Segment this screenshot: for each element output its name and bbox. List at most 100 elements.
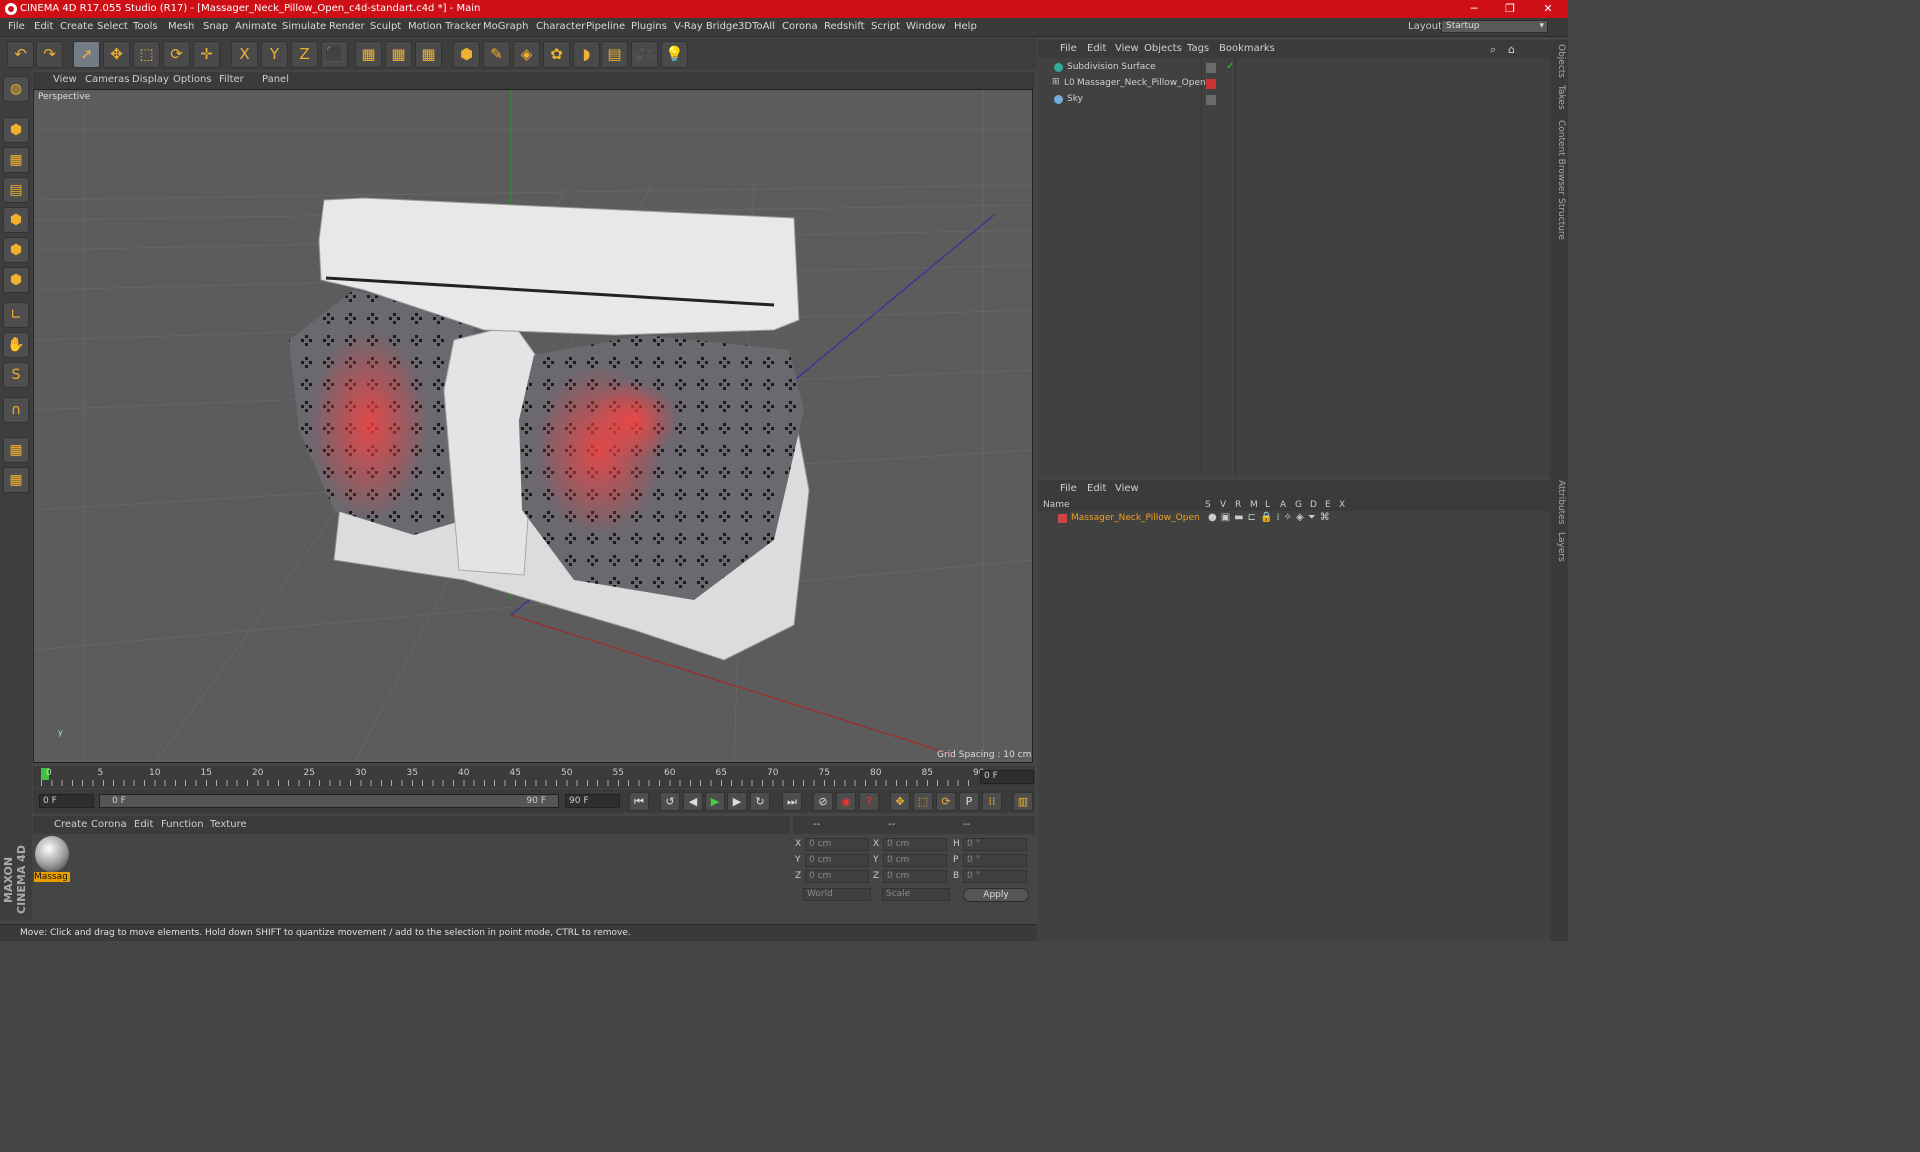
restore-button[interactable]: ❐ bbox=[1492, 0, 1528, 18]
deformer-button[interactable]: ◗ bbox=[573, 41, 600, 68]
viewport-menu-panel[interactable]: Panel bbox=[262, 74, 289, 85]
material-menu-texture[interactable]: Texture bbox=[210, 819, 247, 830]
menu-corona[interactable]: Corona bbox=[782, 21, 818, 32]
coord-field[interactable]: 0 cm bbox=[805, 854, 869, 867]
size-mode-select[interactable]: Scale bbox=[882, 888, 950, 901]
side-tab-objects[interactable]: Objects bbox=[1552, 44, 1566, 78]
coord-field[interactable]: 0 ° bbox=[963, 838, 1027, 851]
undo-button[interactable]: ↶ bbox=[7, 41, 34, 68]
menu-simulate[interactable]: Simulate bbox=[282, 21, 326, 32]
rotate-button[interactable]: ⟳ bbox=[163, 41, 190, 68]
key-parameter-icon[interactable]: P bbox=[959, 792, 979, 811]
coord-field[interactable]: 0 cm bbox=[805, 870, 869, 883]
menu-redshift[interactable]: Redshift bbox=[824, 21, 865, 32]
menu-window[interactable]: Window bbox=[906, 21, 945, 32]
viewport-menu-view[interactable]: View bbox=[53, 74, 77, 85]
play-icon[interactable]: ▶ bbox=[705, 792, 725, 811]
move-button[interactable]: ✥ bbox=[103, 41, 130, 68]
timeline-ruler[interactable]: 0 5 10 15 20 25 30 35 40 45 50 55 60 65 70 75 80 85 90 bbox=[33, 766, 1035, 788]
menu-pipeline[interactable]: Pipeline bbox=[586, 21, 625, 32]
lock-grid-button[interactable]: ▦ bbox=[3, 437, 29, 463]
floor-button[interactable]: ▤ bbox=[601, 41, 628, 68]
scale-button[interactable]: ⬚ bbox=[133, 41, 160, 68]
layer-column-header[interactable]: D bbox=[1310, 500, 1317, 510]
coordinate-space-select[interactable]: World bbox=[803, 888, 871, 901]
layer-column-header[interactable]: L bbox=[1265, 500, 1270, 510]
menu-mograph[interactable]: MoGraph bbox=[483, 21, 528, 32]
menu-3dtoall[interactable]: 3DToAll bbox=[738, 21, 775, 32]
object-menu-view[interactable]: View bbox=[1115, 43, 1139, 54]
object-menu-objects[interactable]: Objects bbox=[1144, 43, 1182, 54]
object-menu-edit[interactable]: Edit bbox=[1087, 43, 1106, 54]
viewport-perspective[interactable]: y Perspective Grid Spacing : 10 cm bbox=[33, 89, 1033, 763]
start-frame-field[interactable]: 0 F bbox=[39, 794, 94, 808]
camera-button[interactable]: 🎥 bbox=[631, 41, 658, 68]
timeline-window-icon[interactable]: ▥ bbox=[1013, 792, 1033, 811]
object-menu-tags[interactable]: Tags bbox=[1187, 43, 1209, 54]
cloner-button[interactable]: ✿ bbox=[543, 41, 570, 68]
key-pla-icon[interactable]: ⁞⁞ bbox=[982, 792, 1002, 811]
keyframe-selection-icon[interactable]: ? bbox=[859, 792, 879, 811]
x-axis-button[interactable]: X bbox=[231, 41, 258, 68]
menu-render[interactable]: Render bbox=[329, 21, 365, 32]
coord-field[interactable]: 0 cm bbox=[883, 870, 947, 883]
menu-snap[interactable]: Snap bbox=[203, 21, 228, 32]
menu-mesh[interactable]: Mesh bbox=[168, 21, 194, 32]
key-position-icon[interactable]: ✥ bbox=[890, 792, 910, 811]
key-scale-icon[interactable]: ⬚ bbox=[913, 792, 933, 811]
coord-field[interactable]: 0 ° bbox=[963, 870, 1027, 883]
z-axis-button[interactable]: Z bbox=[291, 41, 318, 68]
menu-file[interactable]: File bbox=[8, 21, 25, 32]
coord-field[interactable]: 0 cm bbox=[805, 838, 869, 851]
checkmark-icon[interactable]: ✓ bbox=[1226, 61, 1234, 72]
viewport-menu-filter[interactable]: Filter bbox=[219, 74, 244, 85]
material-menu-edit[interactable]: Edit bbox=[134, 819, 153, 830]
material-tag-icon[interactable] bbox=[1206, 79, 1216, 89]
layer-column-header[interactable]: M bbox=[1250, 500, 1258, 510]
menu-script[interactable]: Script bbox=[871, 21, 900, 32]
menu-create[interactable]: Create bbox=[60, 21, 93, 32]
material-name[interactable]: Massag bbox=[34, 872, 70, 882]
model-mode-button[interactable]: ⬢ bbox=[3, 117, 29, 143]
menu-animate[interactable]: Animate bbox=[235, 21, 277, 32]
menu-tools[interactable]: Tools bbox=[133, 21, 158, 32]
light-button[interactable]: 💡 bbox=[661, 41, 688, 68]
coord-field[interactable]: 0 cm bbox=[883, 838, 947, 851]
side-tab-layers[interactable]: Layers bbox=[1552, 532, 1566, 562]
polygons-mode-button[interactable]: ⬢ bbox=[3, 267, 29, 293]
cube-button[interactable]: ⬢ bbox=[453, 41, 480, 68]
menu-v-ray-bridge[interactable]: V-Ray Bridge bbox=[674, 21, 738, 32]
material-menu-corona[interactable]: Corona bbox=[91, 819, 127, 830]
layer-tag-icon[interactable] bbox=[1206, 63, 1216, 73]
object-menu-bookmarks[interactable]: Bookmarks bbox=[1219, 43, 1275, 54]
layer-column-header[interactable]: V bbox=[1220, 500, 1226, 510]
menu-edit[interactable]: Edit bbox=[34, 21, 53, 32]
redo-button[interactable]: ↷ bbox=[36, 41, 63, 68]
material-thumbnail[interactable] bbox=[35, 836, 69, 872]
minimize-button[interactable]: ─ bbox=[1456, 0, 1492, 18]
end-frame-field[interactable]: 90 F bbox=[565, 794, 620, 808]
prev-frame-icon[interactable]: ◀ bbox=[683, 792, 703, 811]
tweak-button[interactable]: ✋ bbox=[3, 332, 29, 358]
goto-end-icon[interactable]: ⏭ bbox=[782, 792, 802, 811]
live-selection-button[interactable]: ➚ bbox=[73, 41, 100, 68]
texture-mode-button[interactable]: ▦ bbox=[3, 147, 29, 173]
autokey-icon[interactable]: ◉ bbox=[836, 792, 856, 811]
layer-column-header[interactable]: A bbox=[1280, 500, 1286, 510]
layer-row[interactable]: Massager_Neck_Pillow_Open ●▣▬⊏🔒⁞✧◈⏷⌘ bbox=[1038, 511, 1550, 527]
layer-menu-edit[interactable]: Edit bbox=[1087, 483, 1106, 494]
viewport-menu-options[interactable]: Options bbox=[173, 74, 212, 85]
render-view-button[interactable]: ▦ bbox=[355, 41, 382, 68]
viewport-menu-cameras[interactable]: Cameras bbox=[85, 74, 129, 85]
layer-color-icon[interactable] bbox=[1058, 514, 1067, 523]
menu-motion-tracker[interactable]: Motion Tracker bbox=[408, 21, 481, 32]
menu-character[interactable]: Character bbox=[536, 21, 585, 32]
object-row-sky[interactable]: Sky bbox=[1038, 92, 1550, 108]
coord-field[interactable]: 0 cm bbox=[883, 854, 947, 867]
material-menu-create[interactable]: Create bbox=[54, 819, 87, 830]
transform-button[interactable]: ✛ bbox=[193, 41, 220, 68]
frame-range-slider[interactable]: 0 F 90 F bbox=[99, 794, 559, 808]
side-tab-content-browser[interactable]: Content Browser bbox=[1552, 120, 1566, 195]
solo-grid-button[interactable]: ▦ bbox=[3, 467, 29, 493]
workplane-button[interactable]: ▤ bbox=[3, 177, 29, 203]
